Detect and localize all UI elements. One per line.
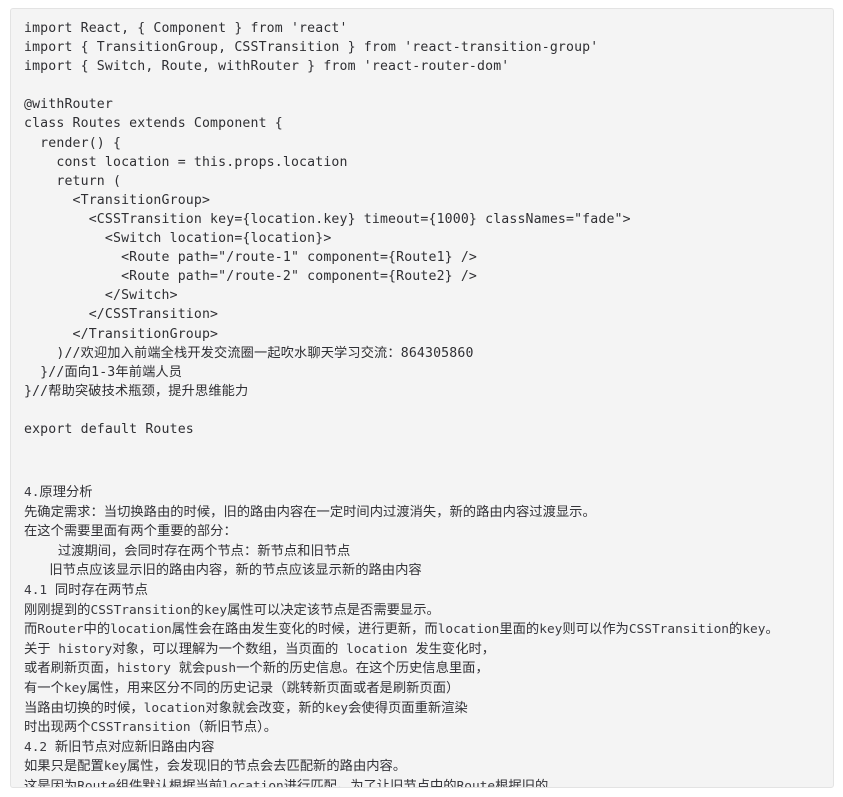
explanation-text: 4.原理分析 先确定需求：当切换路由的时候，旧的路由内容在一定时间内过渡消失，新… [24, 483, 833, 788]
prose-line: 在这个需要里面有两个重要的部分： [24, 524, 237, 540]
prose-subheading: 4.2 新旧节点对应新旧路由内容 [24, 739, 215, 755]
code-line: </TransitionGroup> [24, 326, 219, 342]
prose-line: 这是因为Route组件默认根据当前location进行匹配。为了让旧节点中的Ro… [24, 778, 549, 788]
code-listing: import React, { Component } from 'react'… [24, 19, 833, 439]
code-line: </Switch> [24, 288, 178, 304]
code-line: <CSSTransition key={location.key} timeou… [24, 211, 631, 227]
code-line: <TransitionGroup> [24, 192, 211, 208]
code-line: import { Switch, Route, withRouter } fro… [24, 59, 510, 75]
prose-line: 或者刷新页面，history 就会push一个新的历史信息。在这个历史信息里面， [24, 661, 489, 677]
code-line: render() { [24, 135, 122, 151]
code-article-block: import React, { Component } from 'react'… [10, 8, 834, 788]
prose-line: 而Router中的location属性会在路由发生变化的时候，进行更新，而loc… [24, 622, 779, 638]
code-line: const location = this.props.location [24, 154, 348, 170]
code-line: import { TransitionGroup, CSSTransition … [24, 40, 599, 56]
prose-line: 有一个key属性，用来区分不同的历史记录（跳转新页面或者是刷新页面） [24, 681, 460, 696]
prose-heading: 4.原理分析 [24, 485, 93, 501]
prose-subheading: 4.1 同时存在两节点 [24, 583, 148, 599]
code-line: return ( [24, 173, 122, 189]
prose-line: 关于 history对象，可以理解为一个数组，当页面的 location 发生变… [24, 641, 496, 657]
prose-line: 刚刚提到的CSSTransition的key属性可以决定该节点是否需要显示。 [24, 602, 440, 618]
code-line: class Routes extends Component { [24, 116, 283, 132]
code-line: </CSSTransition> [24, 307, 219, 323]
code-line: <Route path="/route-2" component={Route2… [24, 269, 478, 285]
prose-line: 如果只是配置key属性，会发现旧的节点会去匹配新的路由内容。 [24, 759, 407, 775]
prose-line: 先确定需求：当切换路由的时候，旧的路由内容在一定时间内过渡消失，新的路由内容过渡… [24, 504, 596, 520]
prose-line-indented: 过渡期间，会同时存在两个节点：新节点和旧节点 [24, 543, 351, 559]
page-root: import React, { Component } from 'react'… [0, 0, 843, 797]
code-line: import React, { Component } from 'react' [24, 21, 348, 36]
prose-line: 当路由切换的时候，location对象就会改变，新的key会使得页面重新渲染 [24, 700, 468, 716]
code-line: <Switch location={location}> [24, 231, 332, 247]
code-line-comment: }//帮助突破技术瓶颈，提升思维能力 [24, 383, 249, 399]
code-line-comment: }//面向1-3年前端人员 [24, 364, 183, 380]
code-line: @withRouter [24, 97, 113, 113]
code-line-comment: )//欢迎加入前端全栈开发交流圈一起吹水聊天学习交流：864305860 [24, 345, 474, 361]
code-line: <Route path="/route-1" component={Route1… [24, 250, 478, 266]
prose-line-indented: 旧节点应该显示旧的路由内容，新的节点应该显示新的路由内容 [24, 563, 422, 579]
code-line: export default Routes [24, 421, 194, 437]
prose-line: 时出现两个CSSTransition（新旧节点）。 [24, 720, 278, 736]
